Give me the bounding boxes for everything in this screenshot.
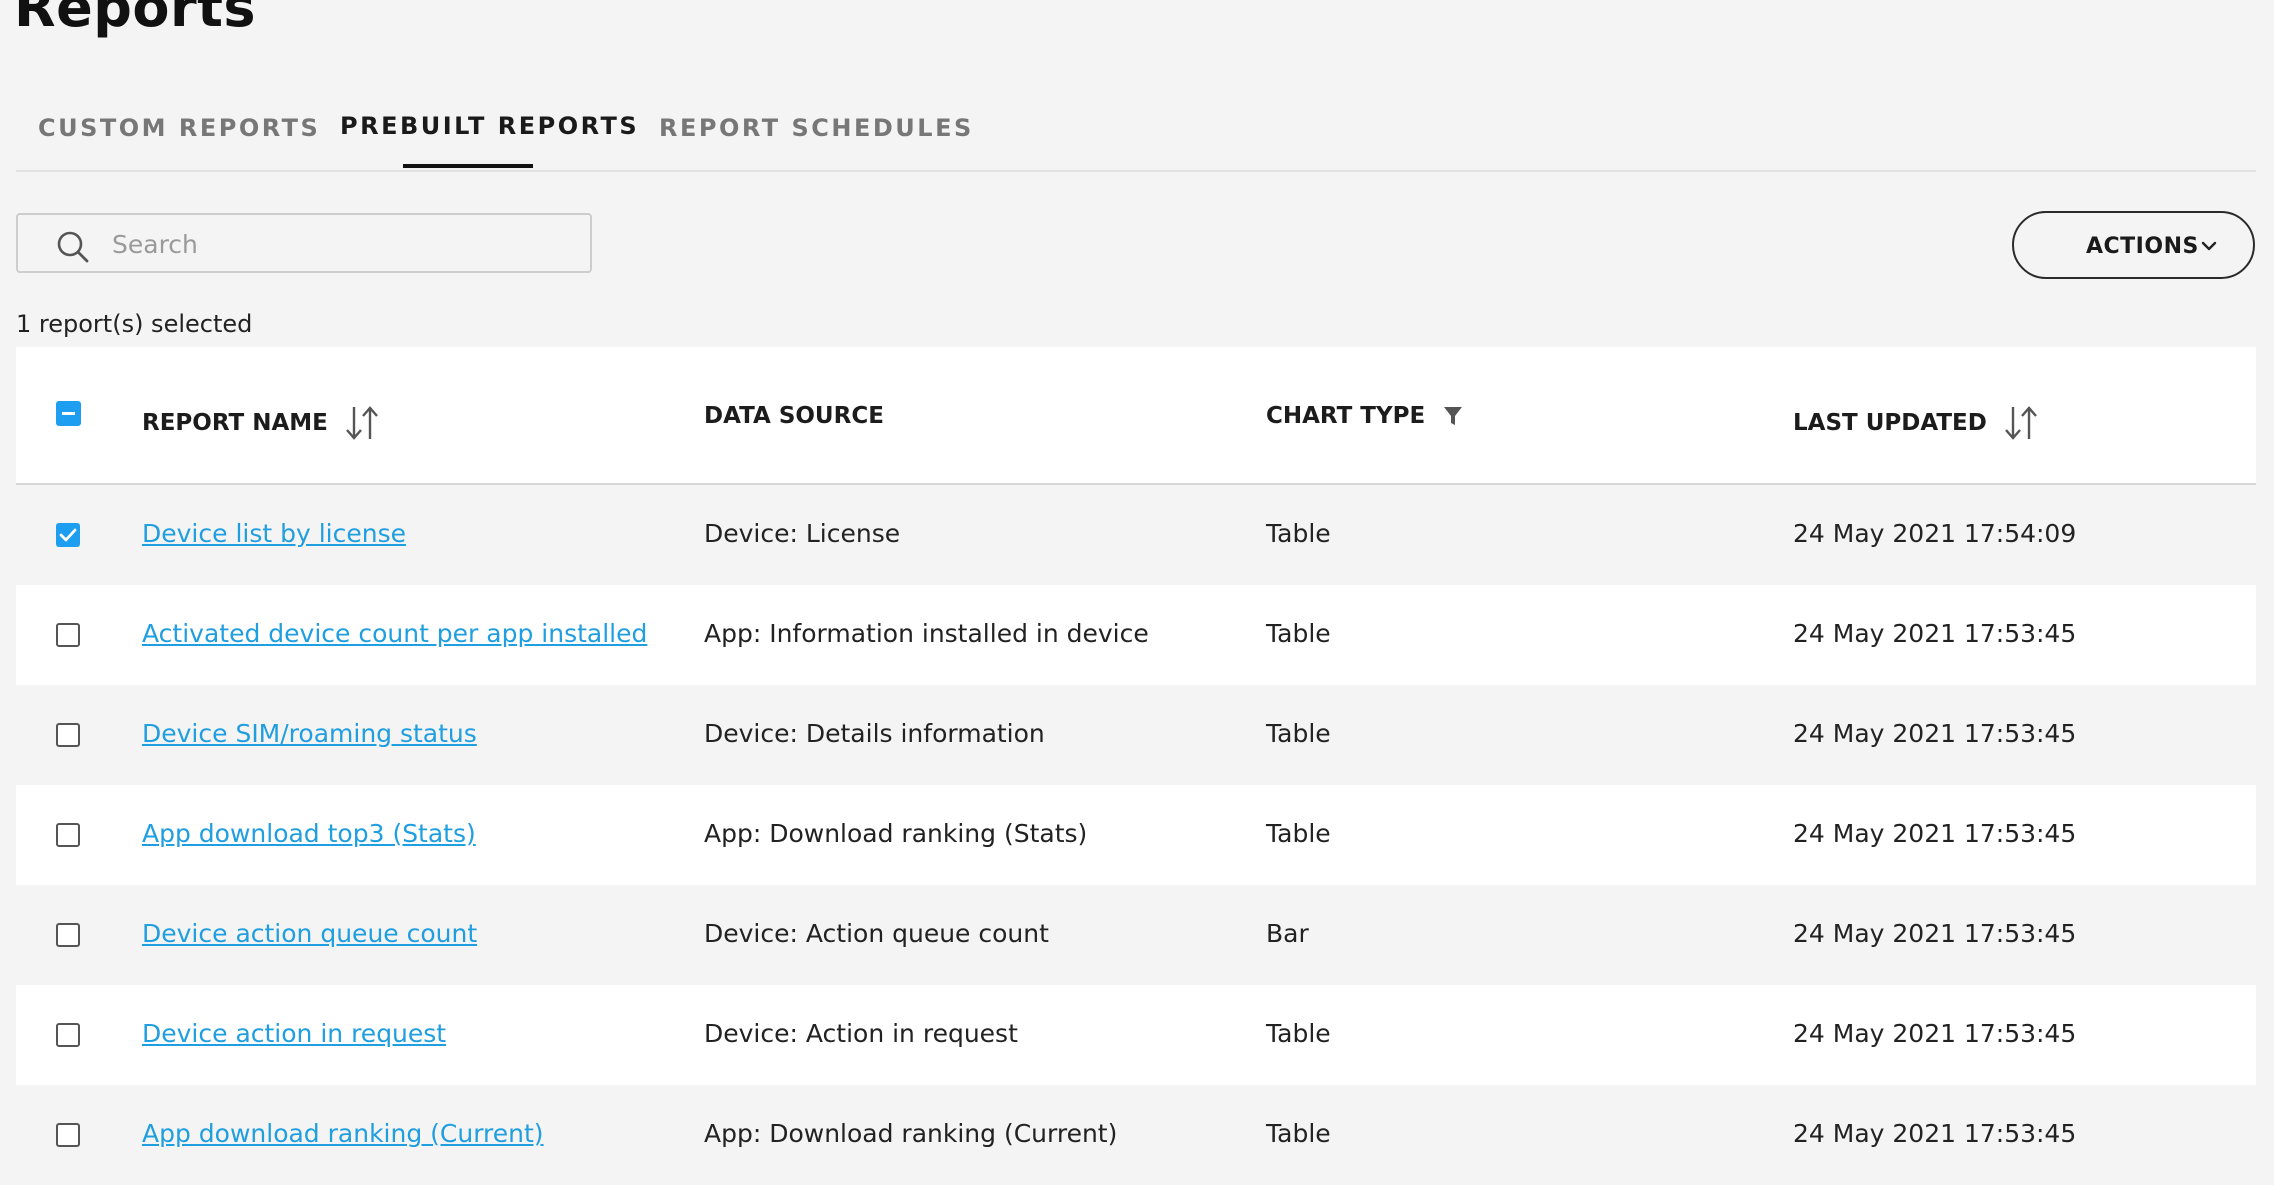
chart-type-cell: Table — [1266, 1019, 1331, 1048]
page-title: Reports — [14, 0, 257, 39]
chart-type-cell: Bar — [1266, 919, 1309, 948]
last-updated-cell: 24 May 2021 17:53:45 — [1793, 919, 2077, 948]
column-header-data-source: DATA SOURCE — [704, 403, 884, 429]
chart-type-cell: Table — [1266, 719, 1331, 748]
report-name-link[interactable]: App download top3 (Stats) — [142, 819, 476, 848]
table-row: App download ranking (Current) App: Down… — [16, 1085, 2256, 1185]
table-header: REPORT NAME DATA SOURCE CHART TYPE LAST … — [16, 347, 2256, 485]
column-label-report-name: REPORT NAME — [142, 410, 328, 436]
chart-type-cell: Table — [1266, 819, 1331, 848]
last-updated-cell: 24 May 2021 17:53:45 — [1793, 619, 2077, 648]
chart-type-cell: Table — [1266, 619, 1331, 648]
tab-bar: CUSTOM REPORTS PREBUILT REPORTS REPORT S… — [16, 100, 2256, 172]
check-icon — [59, 528, 77, 542]
filter-icon[interactable] — [1443, 405, 1463, 427]
table-row: Activated device count per app installed… — [16, 585, 2256, 685]
last-updated-cell: 24 May 2021 17:53:45 — [1793, 719, 2077, 748]
report-name-link[interactable]: Device SIM/roaming status — [142, 719, 477, 748]
report-name-link[interactable]: Activated device count per app installed — [142, 619, 647, 648]
table-row: Device list by license Device: License T… — [16, 485, 2256, 585]
tab-custom-reports[interactable]: CUSTOM REPORTS — [38, 114, 320, 142]
tab-report-schedules[interactable]: REPORT SCHEDULES — [659, 114, 974, 142]
column-header-chart-type[interactable]: CHART TYPE — [1266, 403, 1463, 429]
chart-type-cell: Table — [1266, 1119, 1331, 1148]
sort-icon[interactable] — [2001, 403, 2041, 443]
column-label-last-updated: LAST UPDATED — [1793, 410, 1987, 436]
column-header-report-name[interactable]: REPORT NAME — [142, 403, 382, 443]
select-all-checkbox[interactable] — [56, 401, 81, 426]
chevron-down-icon — [2201, 241, 2217, 251]
last-updated-cell: 24 May 2021 17:53:45 — [1793, 819, 2077, 848]
report-name-link[interactable]: App download ranking (Current) — [142, 1119, 544, 1148]
search-box — [16, 213, 592, 273]
data-source-cell: App: Information installed in device — [704, 619, 1149, 648]
row-checkbox[interactable] — [56, 523, 80, 547]
data-source-cell: App: Download ranking (Current) — [704, 1119, 1118, 1148]
last-updated-cell: 24 May 2021 17:53:45 — [1793, 1019, 2077, 1048]
row-checkbox[interactable] — [56, 623, 80, 647]
report-name-link[interactable]: Device action in request — [142, 1019, 446, 1048]
search-input[interactable] — [110, 223, 574, 265]
report-name-link[interactable]: Device list by license — [142, 519, 406, 548]
search-icon — [57, 231, 89, 263]
row-checkbox[interactable] — [56, 1023, 80, 1047]
report-name-link[interactable]: Device action queue count — [142, 919, 477, 948]
selection-status: 1 report(s) selected — [16, 310, 253, 338]
data-source-cell: Device: Action in request — [704, 1019, 1018, 1048]
table-row: App download top3 (Stats) App: Download … — [16, 785, 2256, 885]
row-checkbox[interactable] — [56, 823, 80, 847]
indeterminate-icon — [62, 412, 75, 415]
actions-button-label: ACTIONS — [2086, 234, 2199, 259]
row-checkbox[interactable] — [56, 723, 80, 747]
last-updated-cell: 24 May 2021 17:54:09 — [1793, 519, 2077, 548]
actions-button[interactable]: ACTIONS — [2012, 211, 2255, 279]
data-source-cell: Device: Action queue count — [704, 919, 1049, 948]
chart-type-cell: Table — [1266, 519, 1331, 548]
table-row: Device SIM/roaming status Device: Detail… — [16, 685, 2256, 785]
reports-table: REPORT NAME DATA SOURCE CHART TYPE LAST … — [16, 347, 2256, 1185]
sort-icon[interactable] — [342, 403, 382, 443]
data-source-cell: Device: Details information — [704, 719, 1045, 748]
table-row: Device action in request Device: Action … — [16, 985, 2256, 1085]
tab-prebuilt-reports[interactable]: PREBUILT REPORTS — [340, 112, 639, 140]
column-label-chart-type: CHART TYPE — [1266, 403, 1426, 429]
data-source-cell: App: Download ranking (Stats) — [704, 819, 1088, 848]
column-header-last-updated[interactable]: LAST UPDATED — [1793, 403, 2041, 443]
column-label-data-source: DATA SOURCE — [704, 403, 884, 429]
table-row: Device action queue count Device: Action… — [16, 885, 2256, 985]
row-checkbox[interactable] — [56, 923, 80, 947]
row-checkbox[interactable] — [56, 1123, 80, 1147]
data-source-cell: Device: License — [704, 519, 901, 548]
last-updated-cell: 24 May 2021 17:53:45 — [1793, 1119, 2077, 1148]
active-tab-indicator — [403, 164, 533, 168]
